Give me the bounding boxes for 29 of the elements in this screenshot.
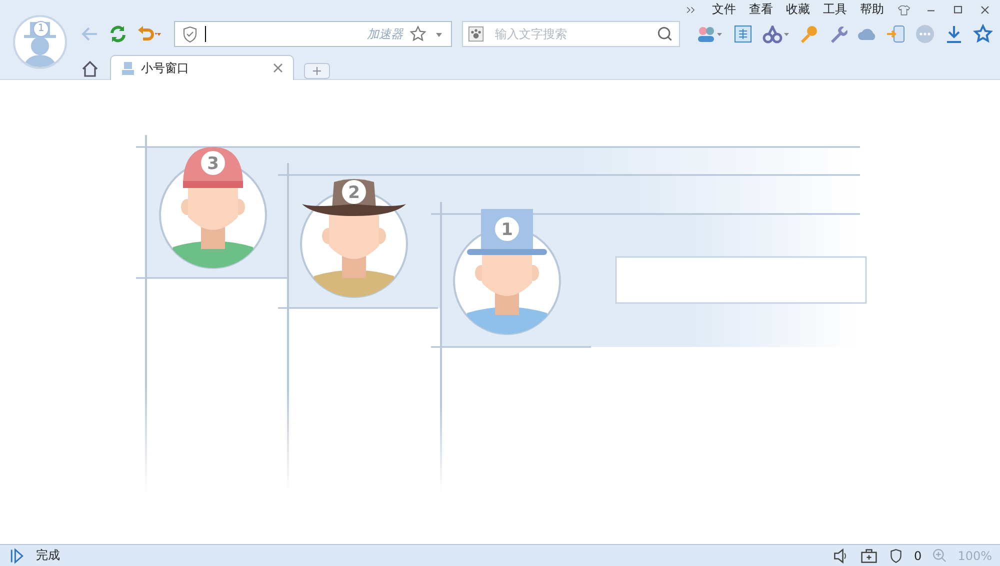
- number-label: 3: [207, 154, 219, 174]
- status-text: 完成: [36, 547, 60, 564]
- scissors-icon[interactable]: [762, 24, 790, 44]
- home-icon[interactable]: [80, 59, 100, 79]
- search-field[interactable]: 输入文字搜索: [462, 21, 680, 47]
- people-icon[interactable]: [696, 24, 724, 44]
- toolbox-icon[interactable]: [860, 546, 878, 564]
- paw-icon[interactable]: [468, 26, 484, 42]
- download-icon[interactable]: [944, 24, 964, 44]
- browser-tab[interactable]: 小号窗口: [110, 55, 294, 80]
- menu-item[interactable]: 收藏: [786, 1, 810, 18]
- menu-item[interactable]: 查看: [749, 1, 773, 18]
- close-icon[interactable]: [273, 63, 283, 73]
- ad-block-count[interactable]: 0: [914, 548, 922, 562]
- refresh-icon[interactable]: [108, 24, 128, 44]
- menu-item[interactable]: 工具: [823, 1, 847, 18]
- shield-icon[interactable]: [888, 548, 904, 564]
- shirt-icon[interactable]: [897, 2, 911, 16]
- menu-item[interactable]: 文件: [712, 1, 736, 18]
- phone-icon[interactable]: [886, 24, 906, 44]
- star-icon[interactable]: [409, 25, 427, 43]
- sidebar-toggle-icon[interactable]: [8, 546, 26, 564]
- menu-item[interactable]: 帮助: [860, 1, 884, 18]
- new-tab-plus-icon[interactable]: [304, 63, 330, 79]
- number-label: 1: [501, 220, 513, 240]
- shield-icon[interactable]: [181, 25, 199, 43]
- number-label: 2: [348, 183, 360, 203]
- search-icon[interactable]: [656, 25, 674, 43]
- star-icon[interactable]: [973, 24, 993, 44]
